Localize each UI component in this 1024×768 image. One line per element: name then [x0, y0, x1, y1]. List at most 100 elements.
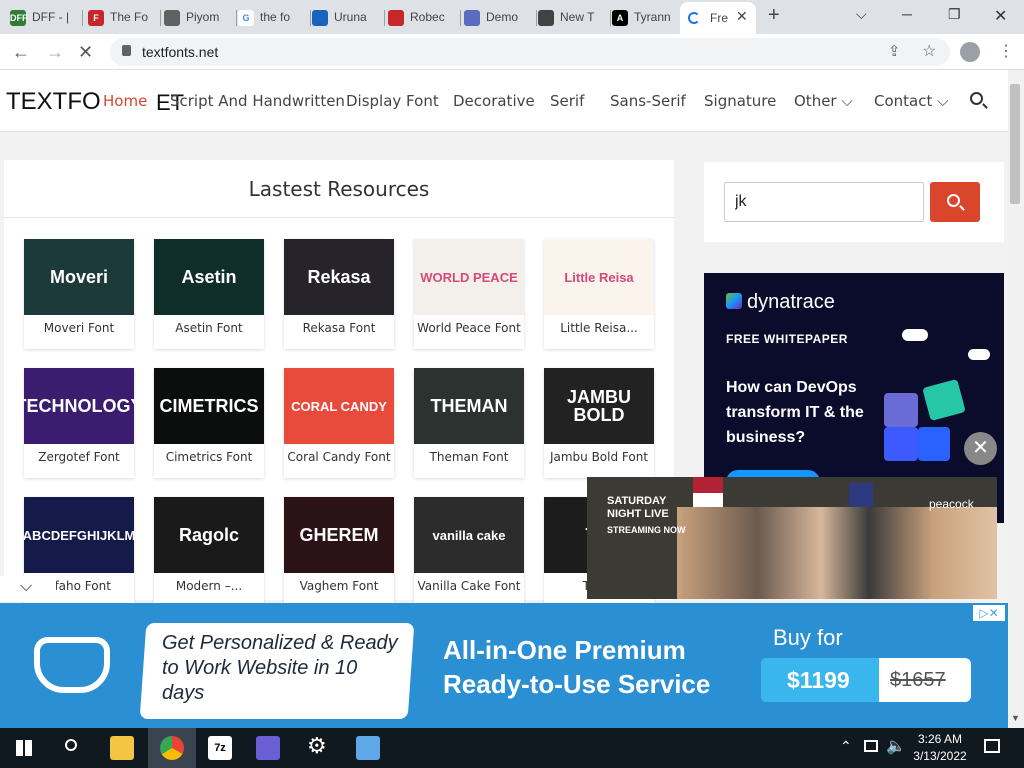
nav-item[interactable]: Display Font: [346, 92, 439, 110]
forward-arrow-icon[interactable]: →: [46, 42, 64, 63]
tab-item[interactable]: Gthe fo: [238, 6, 304, 30]
font-preview-art: ABCDEFGHIJKLM: [24, 527, 134, 543]
font-card[interactable]: Ragolc Modern –...: [154, 497, 264, 607]
ad-choices-icon[interactable]: ▷✕: [973, 605, 1005, 621]
font-card-label[interactable]: Zergotef Font: [24, 450, 134, 464]
search-icon-handle: [982, 103, 988, 109]
font-card[interactable]: Rekasa Rekasa Font: [284, 239, 394, 349]
puzzle-icon: [922, 378, 966, 422]
close-icon[interactable]: ✕: [736, 8, 748, 25]
app-icon[interactable]: [256, 736, 280, 760]
profile-avatar[interactable]: [960, 42, 980, 62]
nav-item[interactable]: Decorative: [453, 92, 535, 110]
tab-divider: [536, 10, 537, 26]
tab-divider: [460, 10, 461, 26]
tab-search-icon[interactable]: ⌵: [856, 6, 867, 23]
font-card[interactable]: Moveri Moveri Font: [24, 239, 134, 349]
favicon-icon: [312, 10, 328, 26]
font-card-label[interactable]: Rekasa Font: [284, 321, 394, 335]
tab-item[interactable]: F The Fo: [88, 6, 154, 30]
search-icon[interactable]: [65, 739, 77, 751]
scroll-down-arrow[interactable]: ▼: [1011, 713, 1020, 723]
file-explorer-icon[interactable]: [110, 736, 134, 760]
tab-item[interactable]: Demo: [464, 6, 530, 30]
menu-dots-icon[interactable]: ⋮: [998, 41, 1014, 61]
search-button[interactable]: [930, 182, 980, 222]
tab-divider: [384, 10, 385, 26]
font-card-label[interactable]: Asetin Font: [154, 321, 264, 335]
font-card-label[interactable]: Vaghem Font: [284, 579, 394, 593]
search-icon[interactable]: [970, 92, 983, 105]
font-card[interactable]: WORLD PEACE World Peace Font: [414, 239, 524, 349]
close-window-icon[interactable]: ✕: [994, 6, 1007, 26]
nav-item[interactable]: Script And Handwritten: [170, 92, 345, 110]
scrollbar-thumb[interactable]: [1010, 84, 1020, 204]
nav-item[interactable]: Serif: [550, 92, 584, 110]
gear-icon[interactable]: ⚙: [307, 733, 327, 759]
nav-item[interactable]: Sans-Serif: [610, 92, 686, 110]
tab-item[interactable]: New T: [538, 6, 604, 30]
font-card-label[interactable]: Modern –...: [154, 579, 264, 593]
restore-icon[interactable]: ❐: [948, 6, 961, 23]
collapse-ad-button[interactable]: ⌵: [0, 576, 56, 602]
windows-start-icon[interactable]: [16, 740, 32, 756]
taskbar: 7z ⚙ ⌃ 🔈: [0, 728, 1024, 768]
7zip-icon[interactable]: 7z: [208, 736, 232, 760]
font-card-label[interactable]: Theman Font: [414, 450, 524, 464]
font-card[interactable]: Asetin Asetin Font: [154, 239, 264, 349]
url-text: textfonts.net: [142, 44, 219, 60]
font-preview-image: Asetin: [154, 239, 264, 315]
font-card-label[interactable]: Cimetrics Font: [154, 450, 264, 464]
tab-item[interactable]: Piyom: [164, 6, 230, 30]
font-preview-image: WORLD PEACE: [414, 239, 524, 315]
font-preview-image: TECHNOLOGY: [24, 368, 134, 444]
font-card-label[interactable]: Jambu Bold Font: [544, 450, 654, 464]
font-card[interactable]: CIMETRICS Cimetrics Font: [154, 368, 264, 478]
font-card[interactable]: JAMBU BOLD Jambu Bold Font: [544, 368, 654, 478]
tab-divider: [236, 10, 237, 26]
tab-item[interactable]: Robec: [388, 6, 454, 30]
share-icon[interactable]: ⇪: [888, 42, 901, 60]
banner-ad[interactable]: Get Personalized & Ready to Work Website…: [0, 603, 1008, 728]
stop-icon[interactable]: ✕: [78, 42, 93, 63]
nav-item[interactable]: Signature: [704, 92, 776, 110]
search-input[interactable]: [724, 182, 924, 222]
font-card[interactable]: THEMAN Theman Font: [414, 368, 524, 478]
notification-icon[interactable]: [984, 739, 1000, 753]
taskbar-clock[interactable]: 3:26 AM 3/13/2022: [912, 731, 968, 765]
star-icon[interactable]: ☆: [922, 41, 936, 61]
volume-icon[interactable]: 🔈: [886, 736, 906, 756]
chrome-icon[interactable]: [160, 736, 184, 760]
font-card-label[interactable]: Little Reisa...: [544, 321, 654, 335]
control-panel-icon[interactable]: [356, 736, 380, 760]
site-logo[interactable]: TEXTFO: [6, 88, 101, 116]
font-card[interactable]: vanilla cake Vanilla Cake Font: [414, 497, 524, 607]
font-card-label[interactable]: Vanilla Cake Font: [414, 579, 524, 593]
font-card-label[interactable]: Moveri Font: [24, 321, 134, 335]
tab-item[interactable]: DFF DFF - |: [10, 6, 76, 30]
font-card[interactable]: CORAL CANDY Coral Candy Font: [284, 368, 394, 478]
url-field[interactable]: textfonts.net ⇪ ☆: [110, 38, 950, 66]
tab-active[interactable]: Fre ✕: [680, 2, 756, 34]
nav-item[interactable]: Home: [103, 92, 147, 110]
font-card[interactable]: Little Reisa Little Reisa...: [544, 239, 654, 349]
font-card[interactable]: TECHNOLOGY Zergotef Font: [24, 368, 134, 478]
video-ad[interactable]: SATURDAY NIGHT LIVE STREAMING NOW peacoc…: [587, 477, 997, 599]
back-arrow-icon[interactable]: ←: [12, 42, 30, 63]
favicon-icon: [388, 10, 404, 26]
font-card-label[interactable]: Coral Candy Font: [284, 450, 394, 464]
font-card[interactable]: GHEREM Vaghem Font: [284, 497, 394, 607]
font-card-label[interactable]: World Peace Font: [414, 321, 524, 335]
tab-item[interactable]: A Tyrann: [612, 6, 678, 30]
nav-item[interactable]: Contact ⌵: [874, 92, 949, 110]
chevron-up-icon[interactable]: ⌃: [840, 738, 852, 755]
font-preview-art: GHEREM: [299, 525, 379, 545]
tab-item[interactable]: Uruna: [312, 6, 378, 30]
nav-item[interactable]: Other ⌵: [794, 92, 853, 110]
minimize-icon[interactable]: ─: [902, 6, 912, 22]
cloud-icon: [968, 349, 990, 360]
close-ad-button[interactable]: ✕: [964, 432, 997, 465]
puzzle-icon: [884, 427, 918, 461]
network-icon[interactable]: [864, 740, 878, 752]
new-tab-button[interactable]: +: [768, 4, 780, 27]
